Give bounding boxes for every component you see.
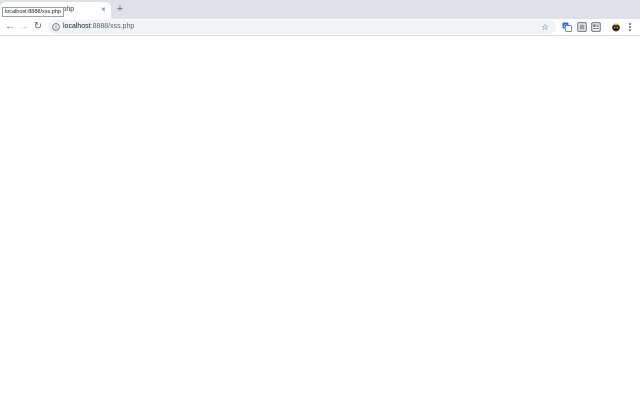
reload-icon: ↻ <box>33 21 43 32</box>
page-content <box>0 36 640 400</box>
menu-dot <box>629 29 631 31</box>
forward-arrow-icon: → <box>19 21 29 32</box>
profile-avatar-icon[interactable] <box>611 22 621 32</box>
translate-icon[interactable]: G <box>562 22 572 32</box>
toolbar: ← → ↻ localhost:8888/xss.php ☆ G <box>0 19 640 35</box>
reload-button[interactable]: ↻ <box>31 20 45 34</box>
tab-close-icon[interactable]: × <box>99 5 108 15</box>
browser-window: xss.php × + localhost:8888/xss.php ← → ↻… <box>0 0 640 400</box>
new-tab-button[interactable]: + <box>114 3 126 15</box>
tab-strip: xss.php × + localhost:8888/xss.php <box>0 0 640 19</box>
back-arrow-icon: ← <box>5 21 15 32</box>
reader-icon[interactable] <box>591 22 601 32</box>
svg-text:G: G <box>564 23 568 28</box>
forward-button[interactable]: → <box>17 20 31 34</box>
url-host: localhost <box>63 23 91 30</box>
screenshot-icon[interactable] <box>577 22 587 32</box>
url-path: :8888/xss.php <box>90 23 135 30</box>
more-menu-icon[interactable] <box>626 22 634 32</box>
info-icon[interactable] <box>52 23 60 31</box>
back-button[interactable]: ← <box>3 20 17 34</box>
bookmark-star-icon[interactable]: ☆ <box>540 22 550 32</box>
tab-hover-tooltip: localhost:8888/xss.php <box>2 7 64 17</box>
url-text[interactable]: localhost:8888/xss.php <box>63 22 134 32</box>
address-bar[interactable]: localhost:8888/xss.php ☆ <box>48 20 556 34</box>
menu-dot <box>629 26 631 28</box>
menu-dot <box>629 23 631 25</box>
